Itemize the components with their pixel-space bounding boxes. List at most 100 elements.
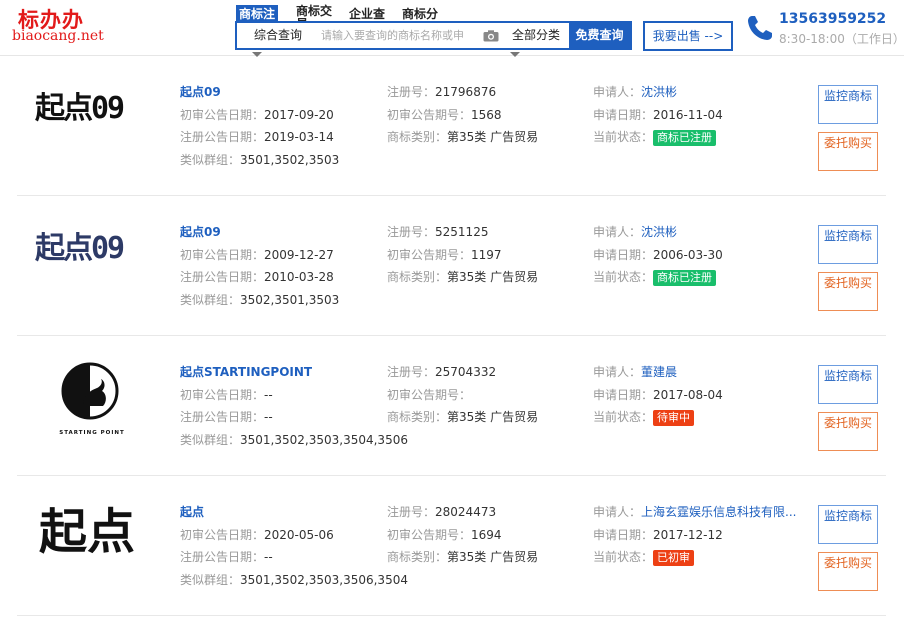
reg-no-label: 注册号： bbox=[387, 225, 436, 239]
applicant-link[interactable]: 沈洪彬 bbox=[641, 225, 677, 239]
col-registration: 注册号：28024473 初审公告期号：1694 商标类别：第35类 广告贸易 bbox=[387, 501, 538, 569]
svg-text:STARTING POINT: STARTING POINT bbox=[59, 430, 124, 436]
entrust-purchase-button[interactable]: 委托购买 bbox=[818, 552, 878, 591]
status-label: 当前状态： bbox=[593, 550, 654, 564]
first-date-label: 初审公告日期： bbox=[180, 527, 265, 542]
trademark-row: 起点09 起点09 初审公告日期：2017-09-20 注册公告日期：2019-… bbox=[17, 56, 886, 196]
reg-date-value: 2019-03-14 bbox=[264, 130, 334, 144]
first-period-label: 初审公告期号： bbox=[387, 247, 472, 262]
monitor-trademark-button[interactable]: 监控商标 bbox=[818, 365, 878, 404]
reg-date-label: 注册公告日期： bbox=[180, 550, 265, 564]
apply-date-value: 2017-12-12 bbox=[653, 527, 723, 542]
first-period-label: 初审公告期号： bbox=[387, 527, 472, 542]
trademark-logo[interactable]: STARTING POINT bbox=[17, 336, 167, 476]
first-date-label: 初审公告日期： bbox=[180, 247, 265, 262]
trademark-result-list: 起点09 起点09 初审公告日期：2017-09-20 注册公告日期：2019-… bbox=[17, 56, 886, 616]
first-date-value: 2017-09-20 bbox=[264, 107, 334, 122]
contact-hours: 8:30-18:00（工作日） bbox=[779, 32, 904, 46]
reg-no-value: 25704332 bbox=[435, 365, 497, 379]
group-label: 类似群组： bbox=[180, 572, 241, 587]
site-header: 标办办 biaocang.net 商标注 商标交易 企业查 商标分 综合查询 全… bbox=[0, 0, 904, 57]
search-bar: 综合查询 全部分类 免费查询 bbox=[235, 21, 632, 50]
col-basic: 起点STARTINGPOINT 初审公告日期：-- 注册公告日期：-- 类似群组… bbox=[180, 361, 408, 451]
status-badge: 商标已注册 bbox=[653, 130, 717, 146]
category-label: 商标类别： bbox=[387, 270, 448, 284]
col-basic: 起点 初审公告日期：2020-05-06 注册公告日期：-- 类似群组：3501… bbox=[180, 501, 408, 591]
reg-no-label: 注册号： bbox=[387, 505, 436, 519]
svg-text:起点: 起点 bbox=[39, 504, 135, 560]
group-label: 类似群组： bbox=[180, 152, 241, 167]
trademark-name-link[interactable]: 起点STARTINGPOINT bbox=[180, 365, 312, 379]
trademark-name-link[interactable]: 起点 bbox=[180, 505, 204, 519]
trademark-name-link[interactable]: 起点09 bbox=[180, 85, 221, 99]
col-applicant: 申请人：上海玄霆娱乐信息科技有限... 申请日期：2017-12-12 当前状态… bbox=[593, 501, 798, 569]
status-label: 当前状态： bbox=[593, 130, 654, 144]
applicant-label: 申请人： bbox=[593, 225, 642, 239]
svg-text:起点09: 起点09 bbox=[35, 231, 124, 266]
trademark-row: STARTING POINT 起点STARTINGPOINT 初审公告日期： --… bbox=[17, 336, 886, 476]
first-date-label: 初审公告日期： bbox=[180, 387, 265, 402]
first-period-label: 初审公告期号： bbox=[387, 387, 472, 402]
search-type-select[interactable]: 综合查询 bbox=[237, 23, 319, 48]
category-label: 商标类别： bbox=[387, 550, 448, 564]
status-badge: 待审中 bbox=[653, 410, 695, 426]
col-applicant: 申请人：董建晨 申请日期：2017-08-04 当前状态： 待审中 bbox=[593, 361, 798, 429]
reg-no-value: 21796876 bbox=[435, 85, 497, 99]
status-label: 当前状态： bbox=[593, 410, 654, 424]
group-value: 3501,3502,3503,3506,3504 bbox=[240, 572, 408, 587]
trademark-logo-image: 起点 bbox=[39, 504, 135, 560]
reg-no-value: 5251125 bbox=[435, 225, 489, 239]
reg-no-label: 注册号： bbox=[387, 365, 436, 379]
category-value: 第35类 广告贸易 bbox=[447, 550, 539, 564]
col-registration: 注册号：5251125 初审公告期号：1197 商标类别：第35类 广告贸易 bbox=[387, 221, 538, 289]
reg-date-value: 2010-03-28 bbox=[264, 270, 334, 284]
group-value: 3501,3502,3503 bbox=[240, 152, 340, 167]
group-label: 类似群组： bbox=[180, 292, 241, 307]
reg-date-value: -- bbox=[264, 410, 273, 424]
apply-date-value: 2017-08-04 bbox=[653, 387, 723, 402]
group-value: 3501,3502,3503,3504,3506 bbox=[240, 432, 408, 447]
monitor-trademark-button[interactable]: 监控商标 bbox=[818, 85, 878, 124]
trademark-logo-image: STARTING POINT bbox=[59, 362, 124, 436]
trademark-row: 起点 起点 初审公告日期：2020-05-06 注册公告日期：-- 类似群组：3… bbox=[17, 476, 886, 616]
status-label: 当前状态： bbox=[593, 270, 654, 284]
applicant-link[interactable]: 沈洪彬 bbox=[641, 85, 677, 99]
applicant-link[interactable]: 董建晨 bbox=[641, 365, 677, 379]
monitor-trademark-button[interactable]: 监控商标 bbox=[818, 505, 878, 544]
site-logo[interactable]: 标办办 biaocang.net bbox=[12, 4, 112, 48]
first-period-value: 1568 bbox=[471, 107, 502, 122]
category-value: 第35类 广告贸易 bbox=[447, 270, 539, 284]
reg-no-label: 注册号： bbox=[387, 85, 436, 99]
applicant-label: 申请人： bbox=[593, 505, 642, 519]
trademark-logo[interactable]: 起点09 bbox=[17, 196, 167, 336]
reg-date-value: -- bbox=[264, 550, 273, 564]
reg-date-label: 注册公告日期： bbox=[180, 270, 265, 284]
first-date-value: 2009-12-27 bbox=[264, 247, 334, 262]
entrust-purchase-button[interactable]: 委托购买 bbox=[818, 412, 878, 451]
first-period-label: 初审公告期号： bbox=[387, 107, 472, 122]
free-search-button[interactable]: 免费查询 bbox=[569, 23, 630, 48]
contact-phone: 13563959252 bbox=[779, 11, 887, 27]
trademark-logo[interactable]: 起点09 bbox=[17, 56, 167, 196]
applicant-label: 申请人： bbox=[593, 365, 642, 379]
apply-date-label: 申请日期： bbox=[593, 247, 654, 262]
trademark-name-link[interactable]: 起点09 bbox=[180, 225, 221, 239]
applicant-link[interactable]: 上海玄霆娱乐信息科技有限... bbox=[641, 505, 796, 519]
apply-date-label: 申请日期： bbox=[593, 527, 654, 542]
reg-no-value: 28024473 bbox=[435, 505, 497, 519]
monitor-trademark-button[interactable]: 监控商标 bbox=[818, 225, 878, 264]
trademark-logo[interactable]: 起点 bbox=[17, 476, 167, 616]
first-date-label: 初审公告日期： bbox=[180, 107, 265, 122]
entrust-purchase-button[interactable]: 委托购买 bbox=[818, 272, 878, 311]
sell-trademark-button[interactable]: 我要出售 --> bbox=[643, 21, 733, 51]
col-basic: 起点09 初审公告日期：2009-12-27 注册公告日期：2010-03-28… bbox=[180, 221, 339, 311]
svg-text:起点09: 起点09 bbox=[35, 91, 124, 126]
search-input[interactable] bbox=[321, 25, 481, 46]
entrust-purchase-button[interactable]: 委托购买 bbox=[818, 132, 878, 171]
camera-icon[interactable] bbox=[483, 30, 499, 42]
group-value: 3502,3501,3503 bbox=[240, 292, 340, 307]
apply-date-label: 申请日期： bbox=[593, 387, 654, 402]
category-select[interactable]: 全部分类 bbox=[503, 23, 569, 48]
col-basic: 起点09 初审公告日期：2017-09-20 注册公告日期：2019-03-14… bbox=[180, 81, 339, 171]
reg-date-label: 注册公告日期： bbox=[180, 130, 265, 144]
